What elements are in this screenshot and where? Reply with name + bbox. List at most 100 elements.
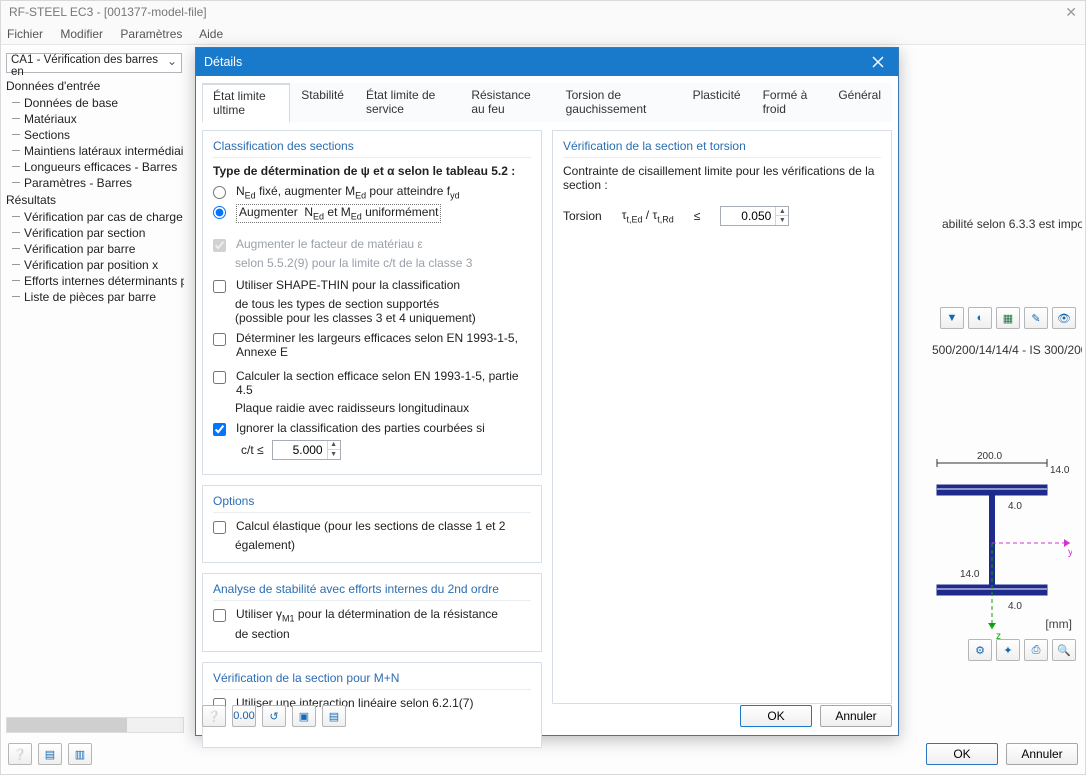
torsion-spinner[interactable]: ▲▼	[720, 206, 789, 226]
radio-ned-fixed[interactable]	[213, 186, 226, 199]
group-torsion: Vérification de la section et torsion Co…	[552, 130, 892, 704]
spinner-down-icon[interactable]: ▼	[776, 216, 788, 225]
units-icon[interactable]: 0.00	[232, 705, 256, 727]
check-label: Utiliser SHAPE-THIN pour la classificati…	[236, 278, 460, 292]
menu-file[interactable]: Fichier	[7, 27, 43, 41]
tab-coldformed[interactable]: Formé à froid	[752, 83, 828, 122]
cancel-button[interactable]: Annuler	[1006, 743, 1078, 765]
tree-item[interactable]: Maintiens latéraux intermédiaires	[6, 143, 184, 159]
check-label: Ignorer la classification des parties co…	[236, 421, 485, 435]
menu-icon[interactable]: ▥	[68, 743, 92, 765]
help-icon[interactable]: ❔	[8, 743, 32, 765]
group-stability2nd: Analyse de stabilité avec efforts intern…	[202, 573, 542, 652]
reset-icon[interactable]: ↺	[262, 705, 286, 727]
radio-augment[interactable]	[213, 206, 226, 219]
tree-item[interactable]: Vérification par barre	[6, 241, 184, 257]
check-elastic[interactable]	[213, 521, 226, 534]
check-widths[interactable]	[213, 333, 226, 346]
tree-item[interactable]: Vérification par cas de charge	[6, 209, 184, 225]
tree-head-input[interactable]: Données d'entrée	[6, 77, 184, 95]
spinner-down-icon[interactable]: ▼	[328, 450, 340, 459]
filter-icon[interactable]: ▼	[940, 307, 964, 329]
world-icon[interactable]: ◐	[968, 307, 992, 329]
dialog-title-bar[interactable]: Détails	[196, 48, 898, 76]
tree-item[interactable]: Longueurs efficaces - Barres	[6, 159, 184, 175]
group-classification: Classification des sections Type de déte…	[202, 130, 542, 475]
brush-icon[interactable]: ✎	[1024, 307, 1048, 329]
tree-item[interactable]: Vérification par position x	[6, 257, 184, 273]
tree-item[interactable]: Liste de pièces par barre	[6, 289, 184, 305]
check-label: Calculer la section efficace selon EN 19…	[236, 369, 531, 397]
torsion-input[interactable]	[721, 208, 775, 224]
section-label: 500/200/14/14/4 - IS 300/200/14/..	[932, 343, 1082, 357]
svg-text:14.0: 14.0	[960, 569, 980, 580]
check-shapethin[interactable]	[213, 280, 226, 293]
ok-button[interactable]: OK	[926, 743, 998, 765]
tab-fire[interactable]: Résistance au feu	[460, 83, 554, 122]
excel-icon[interactable]: ▦	[996, 307, 1020, 329]
menu-help[interactable]: Aide	[199, 27, 223, 41]
search-icon[interactable]: 🔍	[1052, 639, 1076, 661]
eye-icon[interactable]: 👁	[1052, 307, 1076, 329]
ct-spinner[interactable]: ▲▼	[272, 440, 341, 460]
right-panel-fragment: abilité selon 6.3.3 est impossible ▼ ◐ ▦…	[922, 53, 1082, 717]
nav-tree: Données d'entrée Données de base Matéria…	[6, 77, 184, 305]
ct-input[interactable]	[273, 442, 327, 458]
tree-head-results[interactable]: Résultats	[6, 191, 184, 209]
group-title: Analyse de stabilité avec efforts intern…	[213, 582, 531, 601]
tab-bar: État limite ultime Stabilité État limite…	[202, 82, 892, 122]
tree-item[interactable]: Matériaux	[6, 111, 184, 127]
svg-text:200.0: 200.0	[977, 451, 1002, 462]
svg-text:14.0: 14.0	[1050, 465, 1070, 476]
check-label: Augmenter le facteur de matériau ε	[236, 237, 423, 251]
load-profile-icon[interactable]: ▤	[322, 705, 346, 727]
cancel-button[interactable]: Annuler	[820, 705, 892, 727]
check-label: Calcul élastique (pour les sections de c…	[236, 519, 505, 533]
check-material-factor	[213, 239, 226, 252]
spinner-up-icon[interactable]: ▲	[776, 207, 788, 216]
check-effective[interactable]	[213, 371, 226, 384]
menu-edit[interactable]: Modifier	[60, 27, 103, 41]
radio-label: NEd fixé, augmenter MEd pour atteindre f…	[236, 184, 460, 200]
tab-plastic[interactable]: Plasticité	[682, 83, 752, 122]
tab-general[interactable]: Général	[827, 83, 892, 122]
close-icon[interactable]	[866, 52, 890, 72]
tree-item[interactable]: Efforts internes déterminants par	[6, 273, 184, 289]
menu-params[interactable]: Paramètres	[120, 27, 182, 41]
tab-stability[interactable]: Stabilité	[290, 83, 355, 122]
ok-button[interactable]: OK	[740, 705, 812, 727]
menubar: Fichier Modifier Paramètres Aide	[1, 23, 1085, 45]
check-gamma[interactable]	[213, 609, 226, 622]
tree-item[interactable]: Paramètres - Barres	[6, 175, 184, 191]
determine-label: Type de détermination de ψ et α selon le…	[213, 164, 531, 178]
window-title: RF-STEEL EC3 - [001377-model-file]	[9, 1, 207, 23]
check-label-line2: Plaque raidie avec raidisseurs longitudi…	[235, 401, 531, 415]
print-icon[interactable]: ⎙	[1024, 639, 1048, 661]
tree-scrollbar[interactable]	[6, 717, 184, 733]
cog-icon[interactable]: ⚙	[968, 639, 992, 661]
unit-label: [mm]	[1045, 617, 1072, 631]
save-profile-icon[interactable]: ▣	[292, 705, 316, 727]
help-icon[interactable]: ❔	[202, 705, 226, 727]
check-label-line2: de section	[235, 627, 531, 641]
menu-icon[interactable]: ▤	[38, 743, 62, 765]
check-label-line3: (possible pour les classes 3 et 4 unique…	[235, 311, 531, 325]
group-title: Options	[213, 494, 531, 513]
axes-icon[interactable]: ✦	[996, 639, 1020, 661]
tree-item[interactable]: Vérification par section	[6, 225, 184, 241]
dialog-title: Détails	[204, 48, 242, 76]
tree-item[interactable]: Sections	[6, 127, 184, 143]
svg-text:4.0: 4.0	[1008, 501, 1022, 512]
close-icon[interactable]: ✕	[1065, 1, 1077, 23]
tree-item[interactable]: Données de base	[6, 95, 184, 111]
spinner-up-icon[interactable]: ▲	[328, 441, 340, 450]
check-curved[interactable]	[213, 423, 226, 436]
check-label: Utiliser γM1 pour la détermination de la…	[236, 607, 498, 623]
check-label-line2: de tous les types de section supportés	[235, 297, 531, 311]
torsion-label: Torsion	[563, 209, 602, 223]
tab-service[interactable]: État limite de service	[355, 83, 460, 122]
tab-ultimate[interactable]: État limite ultime	[202, 83, 290, 122]
case-combo[interactable]: CA1 - Vérification des barres en	[6, 53, 182, 73]
ct-label: c/t ≤	[241, 443, 264, 457]
tab-warping[interactable]: Torsion de gauchissement	[555, 83, 682, 122]
